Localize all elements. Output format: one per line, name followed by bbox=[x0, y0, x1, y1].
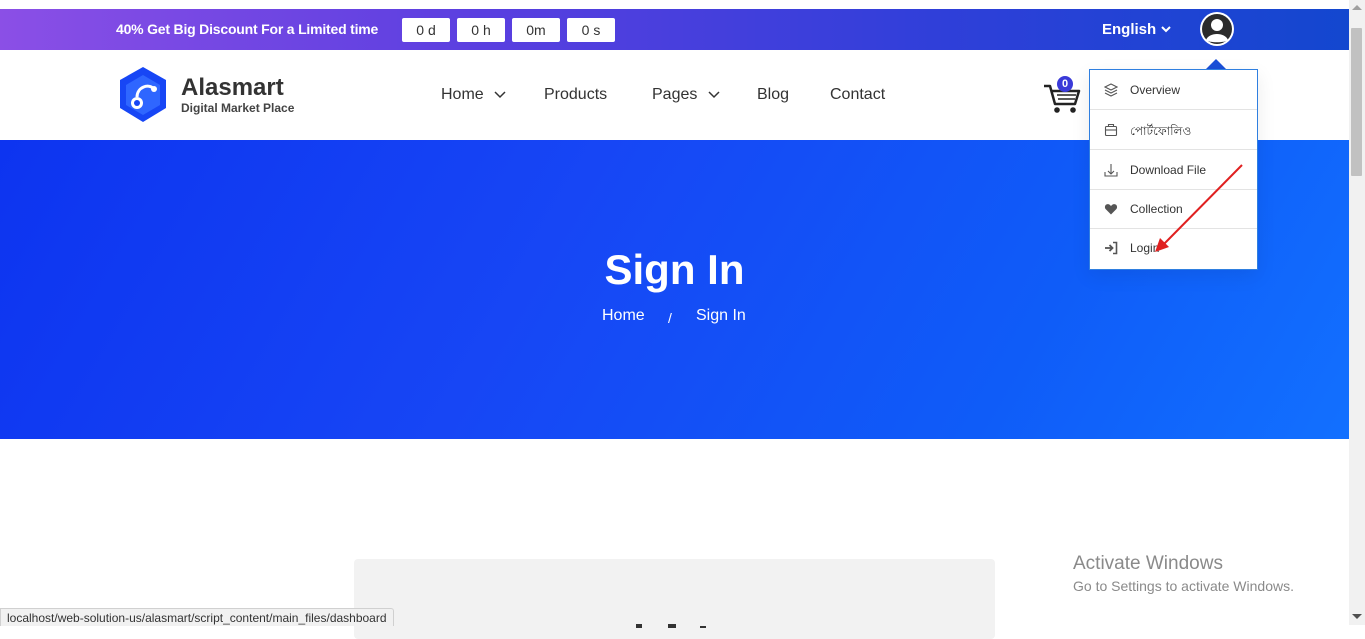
download-icon bbox=[1104, 164, 1118, 177]
breadcrumb-home[interactable]: Home bbox=[602, 307, 645, 325]
dropdown-item-portfolio[interactable]: পোর্টফোলিও bbox=[1090, 110, 1257, 150]
nav-pages[interactable]: Pages bbox=[652, 86, 720, 104]
countdown-days: 0 d bbox=[402, 18, 450, 42]
dropdown-item-login[interactable]: Login bbox=[1090, 228, 1257, 267]
briefcase-icon bbox=[1104, 123, 1118, 137]
brand-tagline: Digital Market Place bbox=[181, 101, 295, 115]
dropdown-item-label: Collection bbox=[1130, 202, 1183, 216]
scrollbar-thumb[interactable] bbox=[1351, 28, 1362, 176]
dropdown-item-download-file[interactable]: Download File bbox=[1090, 150, 1257, 190]
countdown-hours: 0 h bbox=[457, 18, 505, 42]
chevron-down-icon bbox=[708, 91, 720, 98]
nav-blog[interactable]: Blog bbox=[757, 86, 789, 104]
promo-text: 40% Get Big Discount For a Limited time bbox=[116, 21, 378, 37]
dropdown-item-label: Overview bbox=[1130, 83, 1181, 97]
chevron-down-icon bbox=[494, 91, 506, 98]
nav-products[interactable]: Products bbox=[544, 86, 607, 104]
scroll-down-arrow-icon[interactable] bbox=[1352, 614, 1362, 619]
dropdown-item-overview[interactable]: Overview bbox=[1090, 70, 1257, 110]
dropdown-item-label: Download File bbox=[1130, 163, 1207, 177]
browser-status-url: localhost/web-solution-us/alasmart/scrip… bbox=[0, 608, 394, 626]
countdown-seconds: 0 s bbox=[567, 18, 615, 42]
nav-home[interactable]: Home bbox=[441, 86, 506, 104]
cart-count-badge: 0 bbox=[1057, 76, 1073, 92]
scroll-up-arrow-icon[interactable] bbox=[1352, 5, 1362, 10]
layers-icon bbox=[1104, 83, 1118, 97]
nav-contact[interactable]: Contact bbox=[830, 86, 885, 104]
signin-card-heading bbox=[630, 616, 710, 628]
dropdown-item-label: পোর্টফোলিও bbox=[1130, 124, 1192, 138]
breadcrumb-separator: / bbox=[668, 310, 672, 326]
brand-name[interactable]: Alasmart bbox=[181, 74, 284, 102]
user-dropdown-menu: Overview পোর্টফোলিও Download File Collec… bbox=[1089, 69, 1258, 270]
heart-icon bbox=[1104, 204, 1118, 215]
promo-bar: 40% Get Big Discount For a Limited time … bbox=[0, 9, 1349, 50]
alasmart-logo-icon[interactable] bbox=[116, 65, 170, 125]
clipped-heading-text bbox=[636, 624, 706, 628]
chevron-down-icon[interactable] bbox=[1160, 23, 1172, 35]
dropdown-item-label: Login bbox=[1130, 241, 1160, 255]
user-icon bbox=[1201, 13, 1233, 45]
user-avatar-button[interactable] bbox=[1200, 12, 1234, 46]
nav-home-label: Home bbox=[441, 86, 484, 103]
language-selector[interactable]: English bbox=[1102, 21, 1156, 38]
nav-pages-label: Pages bbox=[652, 86, 698, 103]
activate-windows-title: Activate Windows bbox=[1073, 553, 1223, 574]
sign-in-icon bbox=[1105, 241, 1118, 255]
promo-message: Get Big Discount For a Limited time bbox=[143, 21, 379, 37]
dropdown-item-collection[interactable]: Collection bbox=[1090, 189, 1257, 229]
countdown-minutes: 0m bbox=[512, 18, 560, 42]
promo-percent: 40% bbox=[116, 21, 144, 37]
breadcrumb-current: Sign In bbox=[696, 307, 746, 324]
activate-windows-subtitle: Go to Settings to activate Windows. bbox=[1073, 578, 1294, 594]
